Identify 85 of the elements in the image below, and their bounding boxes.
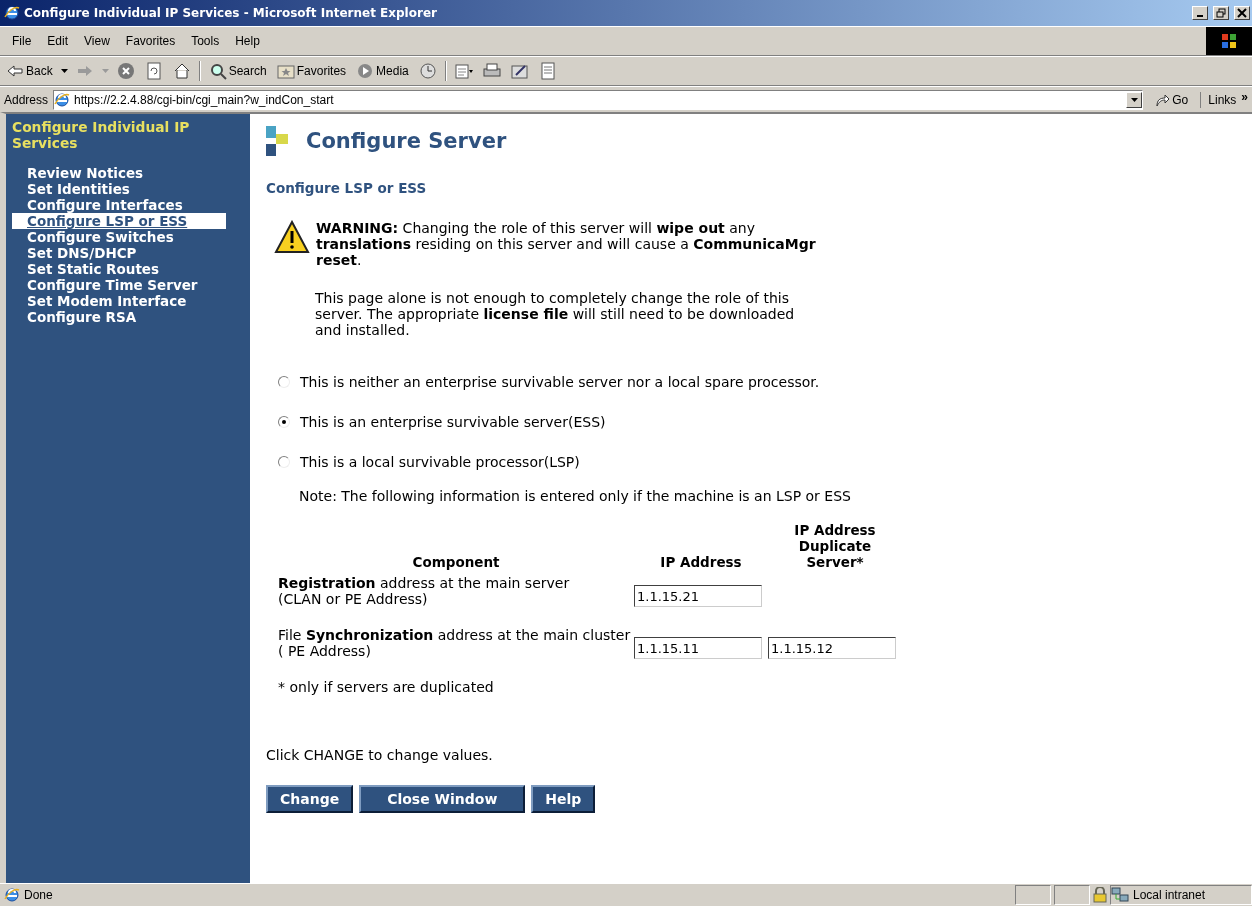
nav-link[interactable]: Configure RSA [12,309,226,325]
menu-item[interactable]: View [76,34,118,48]
nav-link[interactable]: Review Notices [12,165,226,181]
restore-button[interactable] [1213,6,1229,20]
nav-link[interactable]: Set DNS/DHCP [12,245,226,261]
logo-icon [266,126,288,156]
page-icon [54,91,71,108]
option-label: This is neither an enterprise survivable server nor a local spare processor. [300,374,820,390]
print-icon [482,62,501,80]
nav-link[interactable]: Set Modem Interface [12,293,226,309]
nav-link[interactable]: Configure LSP or ESS [12,213,226,229]
favorites-icon [276,62,295,80]
status-pane [1015,885,1051,905]
search-icon [208,62,227,80]
caret-icon [1130,97,1138,102]
ip-address-field[interactable]: 1.1.15.12 [768,637,896,659]
ip-address-field[interactable]: 1.1.15.11 [634,637,762,659]
nav-link[interactable]: Configure Interfaces [12,197,226,213]
option-label: This is a local survivable processor(LSP) [300,454,580,470]
address-label: Address [4,92,50,107]
lock-icon [1093,887,1107,903]
page-heading: Configure Server [306,129,507,153]
nav-link[interactable]: Configure Time Server [12,277,226,293]
sidebar-title: Configure Individual IP Services [11,119,191,151]
home-icon [172,62,191,80]
zone-text: Local intranet [1133,888,1206,902]
row-label: File Synchronization address at the main cluster ( PE Address) [278,627,632,659]
media-button[interactable]: Media [354,62,411,80]
column-header: IP Address [659,553,743,572]
minimize-icon [1197,15,1203,17]
menu-item[interactable]: Edit [39,34,77,48]
address-field[interactable]: https://2.2.4.88/cgi-bin/cgi_main?w_indCon_start [53,89,1144,110]
info-text: This page alone is not enough to completely change the role of this server. The appropriate license file will still need to be downloaded and installed. [315,290,796,338]
menu-item[interactable]: File [4,34,40,48]
edit-icon [510,62,529,80]
action-button[interactable]: Help [531,785,596,813]
stop-icon [116,62,135,80]
instruction-text: Click CHANGE to change values. [266,747,494,763]
restore-icon [1216,8,1226,18]
menu-item[interactable]: Tools [183,34,228,48]
nav-link[interactable]: Configure Switches [12,229,226,245]
row-label: Registration address at the main server (CLAN or PE Address) [278,575,571,607]
close-icon [1237,8,1247,18]
status-pane [1054,885,1090,905]
intranet-icon [1111,887,1129,903]
ip-address-field[interactable]: 1.1.15.21 [634,585,762,607]
warning-text: WARNING: Changing the role of this server will wipe out any translations residing on this server and will cause a CommunicaMgr reset. [316,220,817,268]
option-label: This is an enterprise survivable server(ESS) [300,414,606,430]
dropdown-button[interactable] [1126,91,1143,108]
search-button[interactable]: Search [206,62,269,80]
windows-flag-icon [1221,33,1237,49]
back-icon [6,62,24,80]
close-button[interactable] [1234,6,1250,20]
footnote: * only if servers are duplicated [278,679,495,695]
column-header: Component [411,553,501,572]
radio-button[interactable] [278,416,290,428]
browser-icon [4,5,20,21]
note-text: Note: The following information is entered only if the machine is an LSP or ESS [299,488,852,504]
window-title: Configure Individual IP Services - Microsoft Internet Explorer [24,6,438,20]
action-button[interactable]: Change [266,785,354,813]
radio-button[interactable] [278,456,290,468]
section-heading: Configure LSP or ESS [266,180,428,196]
history-icon [418,62,437,80]
go-button[interactable]: Go [1146,91,1202,108]
minimize-button[interactable] [1192,6,1208,20]
column-header: IP Address Duplicate Server* [793,522,877,572]
caret-icon [101,69,109,73]
nav-link[interactable]: Set Static Routes [12,261,226,277]
print-button[interactable] [480,62,503,80]
refresh-icon [144,62,163,80]
action-button[interactable]: Close Window [359,785,526,813]
status-text: Done [24,888,53,902]
edit-button[interactable] [508,62,531,80]
links-button[interactable]: Links [1204,92,1237,107]
warning-icon [274,220,310,254]
caret-icon[interactable] [60,69,68,73]
menu-item[interactable]: Favorites [117,34,184,48]
page-icon [4,887,20,903]
media-icon [356,62,375,80]
back-button[interactable]: Back [4,62,55,80]
nav-link[interactable]: Set Identities [12,181,226,197]
more-button[interactable]: » [1239,89,1252,110]
radio-button[interactable] [278,376,290,388]
menu-item[interactable]: Help [227,34,268,48]
favorites-button[interactable]: Favorites [274,62,349,80]
